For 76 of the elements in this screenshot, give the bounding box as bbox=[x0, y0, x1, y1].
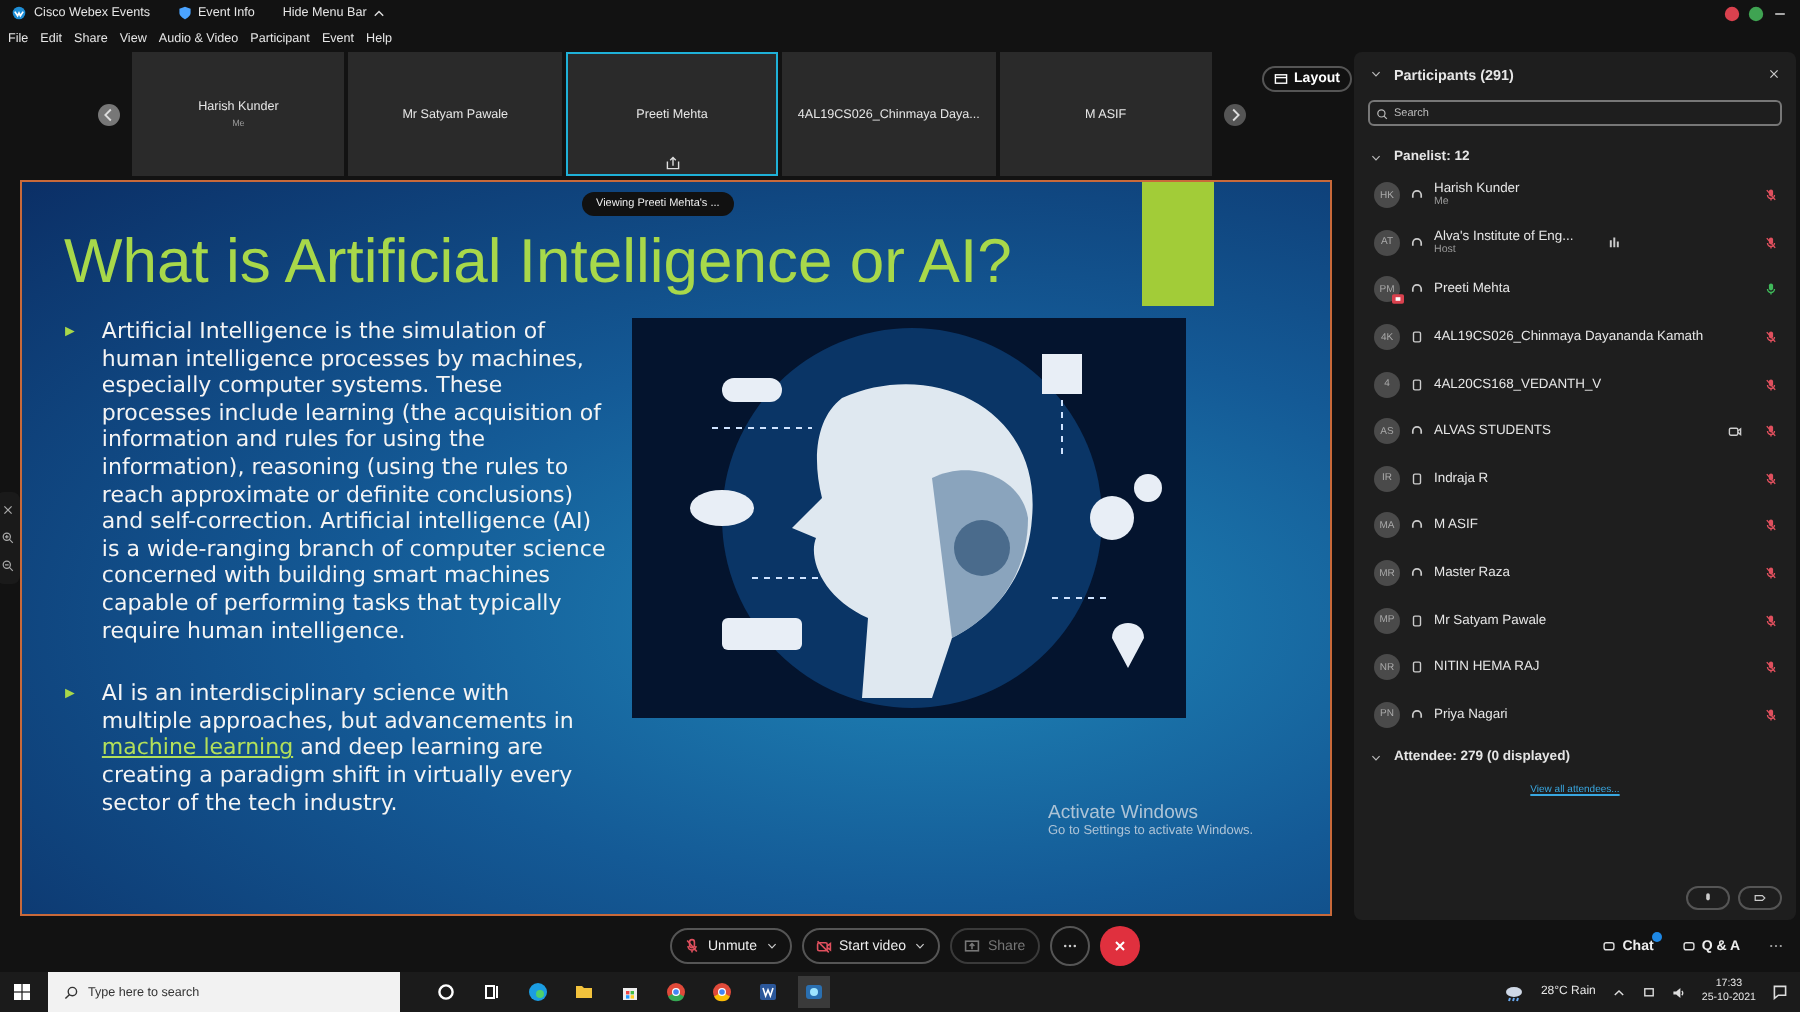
close-icon bbox=[1111, 938, 1128, 954]
caret-icon bbox=[372, 6, 387, 20]
shield-icon bbox=[177, 6, 192, 20]
tray-caret-icon[interactable] bbox=[1611, 985, 1626, 999]
volume-icon[interactable] bbox=[1671, 985, 1686, 999]
microphone-icon[interactable] bbox=[1764, 188, 1778, 203]
bullet-marker: ► bbox=[62, 682, 78, 707]
chevron-icon[interactable] bbox=[1370, 151, 1382, 163]
speech-bubble-icon bbox=[1602, 939, 1617, 953]
document-app-icon[interactable] bbox=[758, 982, 778, 1002]
start-icon[interactable] bbox=[12, 982, 32, 1002]
status-icon[interactable] bbox=[1724, 5, 1740, 21]
phone-icon bbox=[1410, 471, 1424, 486]
headset-icon bbox=[1410, 566, 1424, 581]
bullet-text: AI is an interdisciplinary science with multiple approaches, but advancements in machine learning and deep learning are creating a paradigm shift in virtually every sector of the tech industry. bbox=[101, 680, 576, 817]
phone-icon bbox=[1410, 613, 1424, 628]
chevron-icon bbox=[765, 940, 778, 952]
webex-app-icon[interactable] bbox=[804, 982, 824, 1002]
share-screen-icon bbox=[963, 938, 980, 954]
network-icon[interactable] bbox=[1641, 985, 1656, 999]
mute-all-button[interactable] bbox=[1686, 886, 1730, 910]
zoom-out-icon[interactable] bbox=[2, 560, 14, 572]
bullet-text: Artificial Intelligence is the simulation of human intelligence processes by machines, especially computer systems. These processes include learning (the acquisition of information and rules for using the information), reasoning (using the rules to reach approximate or definite conclusions) and self-correction. Artificial intelligence (AI) is a wide-ranging branch of computer science concerned with building smart machines capable of performing tasks that typically require human intelligence. bbox=[101, 318, 606, 645]
task-view-icon[interactable] bbox=[482, 982, 502, 1002]
cortana-icon[interactable] bbox=[436, 982, 456, 1002]
phone-icon bbox=[1410, 660, 1424, 675]
camera-off-icon bbox=[815, 938, 832, 954]
microphone-icon[interactable] bbox=[1764, 660, 1778, 675]
bullet-marker: ► bbox=[62, 320, 78, 344]
headset-icon bbox=[1410, 707, 1424, 722]
headset-icon bbox=[1410, 282, 1424, 297]
leave-button[interactable] bbox=[1099, 926, 1140, 966]
fit-icon[interactable] bbox=[2, 504, 14, 516]
headset-icon bbox=[1410, 235, 1424, 250]
slide-title: What is Artificial Intelligence or AI? bbox=[64, 226, 1012, 298]
link[interactable]: machine learning bbox=[101, 734, 294, 761]
raise-hand-button[interactable] bbox=[1738, 886, 1782, 910]
accent-bar bbox=[1142, 182, 1214, 306]
more-button[interactable] bbox=[1049, 926, 1090, 966]
microphone-icon[interactable] bbox=[1764, 330, 1778, 345]
store-icon[interactable] bbox=[620, 982, 640, 1002]
headset-icon bbox=[1410, 424, 1424, 439]
browser-icon[interactable] bbox=[528, 982, 548, 1002]
phone-icon bbox=[1410, 377, 1424, 392]
microphone-icon[interactable] bbox=[1764, 471, 1778, 486]
activation-title: Activate Windows bbox=[1048, 802, 1200, 824]
microphone-icon[interactable] bbox=[1764, 707, 1778, 722]
speech-bubble-icon bbox=[1681, 939, 1696, 953]
chevron-icon bbox=[913, 940, 926, 952]
chrome-icon[interactable] bbox=[712, 982, 732, 1002]
chevron-icon[interactable] bbox=[1370, 751, 1382, 764]
folder-icon[interactable] bbox=[574, 982, 594, 1002]
chevron-icon[interactable] bbox=[1370, 68, 1382, 80]
microphone-icon[interactable] bbox=[1764, 424, 1778, 439]
tag-icon bbox=[1754, 892, 1766, 904]
microphone-icon[interactable] bbox=[1764, 566, 1778, 581]
chrome-icon[interactable] bbox=[666, 982, 686, 1002]
notification-icon[interactable] bbox=[1772, 984, 1788, 1000]
headset-icon bbox=[1410, 188, 1424, 203]
headset-icon bbox=[1410, 518, 1424, 533]
webex-logo-icon bbox=[12, 6, 26, 20]
weather-icon[interactable] bbox=[1504, 982, 1525, 1002]
avatar-icon[interactable] bbox=[1748, 5, 1764, 21]
layout-icon bbox=[1274, 72, 1289, 86]
phone-icon bbox=[1410, 330, 1424, 345]
microphone-icon[interactable] bbox=[1764, 235, 1778, 250]
zoom-in-icon[interactable] bbox=[2, 532, 14, 544]
search-icon bbox=[64, 985, 78, 999]
microphone-icon[interactable] bbox=[1764, 282, 1778, 297]
microphone-icon[interactable] bbox=[1764, 613, 1778, 628]
microphone-icon bbox=[1702, 892, 1714, 904]
search-icon bbox=[1376, 107, 1388, 119]
close-icon[interactable] bbox=[1768, 68, 1780, 80]
muted-microphone-icon bbox=[684, 938, 700, 954]
microphone-icon[interactable] bbox=[1764, 518, 1778, 533]
microphone-icon[interactable] bbox=[1764, 377, 1778, 392]
